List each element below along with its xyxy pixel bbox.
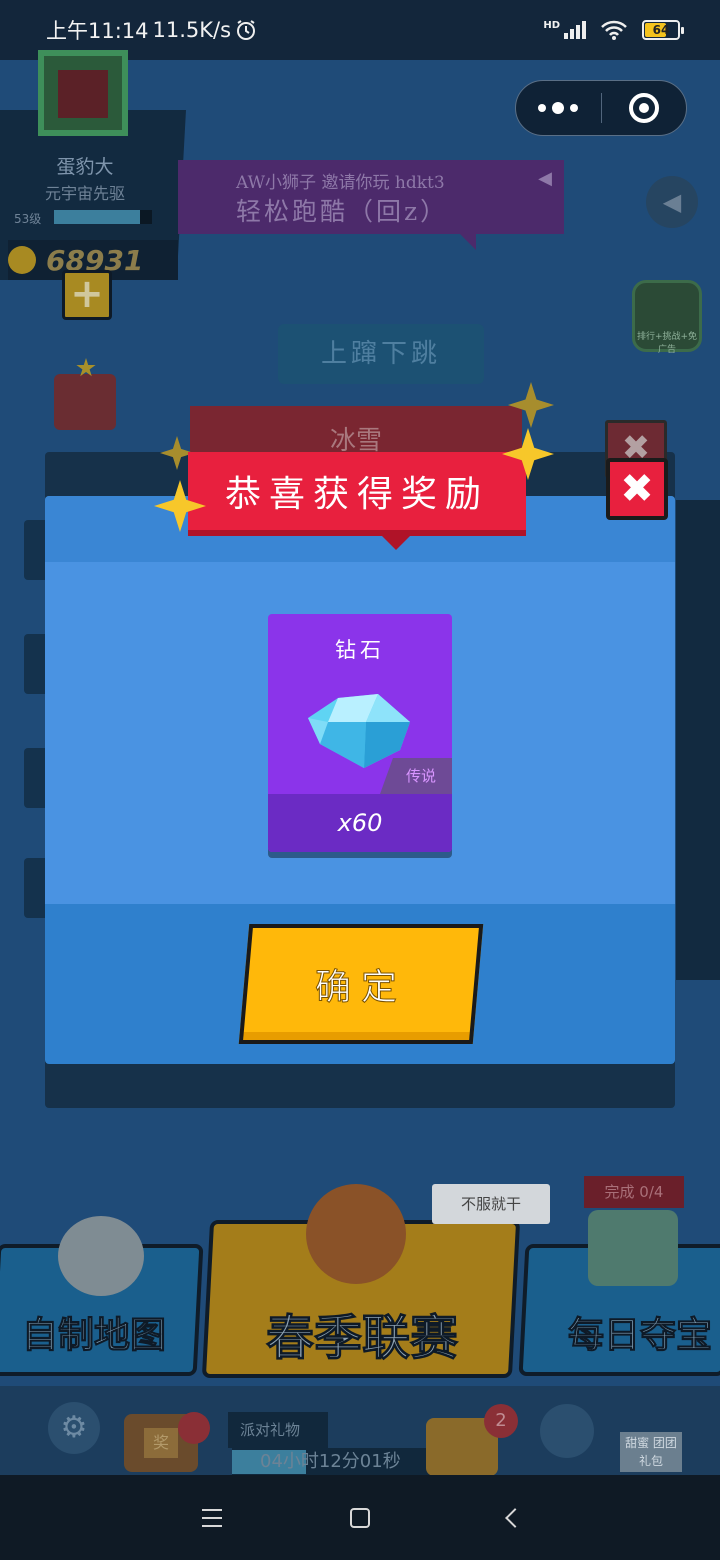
status-left: 上午11:14 11.5K/s (46, 15, 257, 45)
battery-level: 64 (652, 23, 670, 37)
wifi-icon (601, 20, 627, 40)
status-right: HD 64 (543, 19, 684, 41)
signal-icon (564, 21, 586, 39)
confirm-label: 确定 (314, 967, 407, 1009)
reward-quantity: x60 (268, 794, 452, 852)
status-time: 上午11:14 (46, 19, 149, 43)
modal-title: 恭喜获得奖励 (188, 452, 526, 536)
recent-apps-button[interactable] (192, 1500, 232, 1536)
home-button[interactable] (340, 1500, 380, 1536)
close-button[interactable]: ✖ (606, 458, 668, 520)
confirm-button[interactable]: 确定 (238, 924, 484, 1044)
close-icon: ✖ (620, 466, 654, 512)
ribbon-tail (380, 534, 412, 550)
hd-label: HD (543, 19, 560, 31)
reward-card: 钻石 传说 x60 (268, 614, 452, 852)
status-net-speed: 11.5K/s (152, 18, 232, 42)
reward-name: 钻石 (335, 638, 385, 662)
back-button[interactable] (492, 1500, 532, 1536)
battery-icon: 64 (642, 20, 684, 40)
alarm-icon (237, 20, 256, 40)
